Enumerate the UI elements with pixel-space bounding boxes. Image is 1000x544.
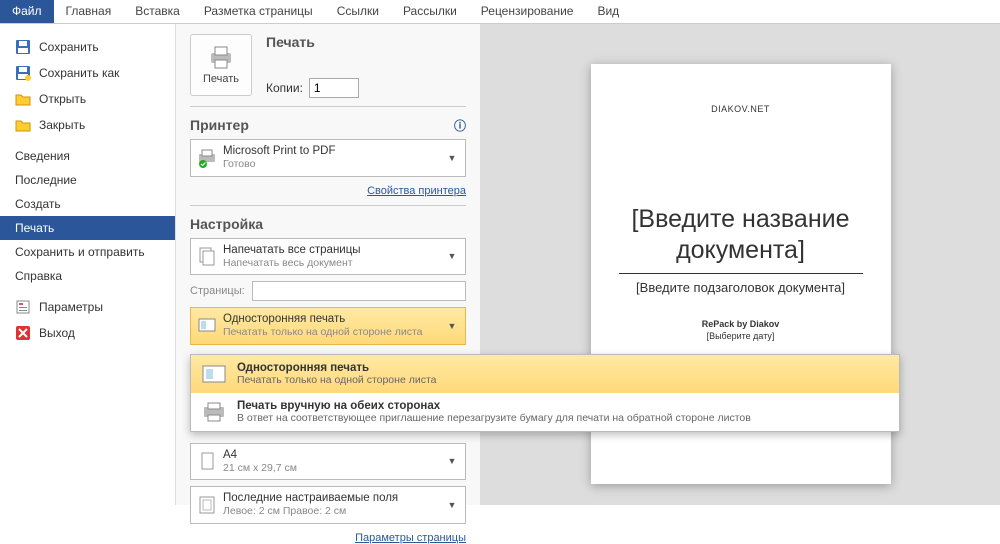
chevron-down-icon: ▼ bbox=[445, 153, 459, 163]
manual-duplex-icon bbox=[199, 399, 229, 425]
print-button[interactable]: Печать bbox=[190, 34, 252, 96]
printer-header: Принтерⓘ bbox=[190, 117, 466, 133]
options-icon bbox=[15, 299, 31, 315]
sidebar-label: Закрыть bbox=[39, 118, 85, 132]
sidebar-item-print[interactable]: Печать bbox=[0, 216, 175, 240]
pages-label: Страницы: bbox=[190, 285, 246, 297]
sidebar-item-new[interactable]: Создать bbox=[0, 192, 175, 216]
doc-header: DIAKOV.NET bbox=[619, 104, 863, 114]
printer-dropdown[interactable]: Microsoft Print to PDF Готово ▼ bbox=[190, 139, 466, 177]
sidebar-item-open[interactable]: Открыть bbox=[0, 86, 175, 112]
pages-input[interactable] bbox=[252, 281, 466, 301]
print-button-label: Печать bbox=[203, 73, 239, 85]
doc-divider bbox=[619, 273, 863, 274]
print-range-dropdown[interactable]: Напечатать все страницы Напечатать весь … bbox=[190, 238, 466, 276]
info-icon[interactable]: ⓘ bbox=[454, 117, 466, 134]
sidebar-item-save-send[interactable]: Сохранить и отправить bbox=[0, 240, 175, 264]
sidebar-label: Выход bbox=[39, 326, 75, 340]
doc-date: [Выберите дату] bbox=[619, 331, 863, 341]
ribbon: Файл Главная Вставка Разметка страницы С… bbox=[0, 0, 1000, 24]
ribbon-tab-home[interactable]: Главная bbox=[54, 0, 124, 23]
save-icon bbox=[15, 39, 31, 55]
ribbon-tab-file[interactable]: Файл bbox=[0, 0, 54, 23]
printer-icon bbox=[207, 45, 235, 69]
doc-title: [Введите название документа] bbox=[619, 204, 863, 267]
print-header: Печать bbox=[266, 34, 359, 50]
printer-name: Microsoft Print to PDF bbox=[223, 144, 445, 158]
sidebar-item-help[interactable]: Справка bbox=[0, 264, 175, 288]
save-as-icon bbox=[15, 65, 31, 81]
paper-size-dropdown[interactable]: A4 21 см x 29,7 см ▼ bbox=[190, 443, 466, 481]
sidebar-label: Сохранить bbox=[39, 40, 99, 54]
print-settings-panel: Печать Печать Копии: Принтерⓘ Microsoft … bbox=[176, 24, 481, 505]
sidebar-item-close[interactable]: Закрыть bbox=[0, 112, 175, 138]
flyout-item-manual-duplex[interactable]: Печать вручную на обеих сторонах В ответ… bbox=[191, 393, 899, 431]
ribbon-tab-review[interactable]: Рецензирование bbox=[469, 0, 586, 23]
chevron-down-icon: ▼ bbox=[445, 251, 459, 261]
pages-icon bbox=[197, 246, 217, 266]
exit-icon bbox=[15, 325, 31, 341]
open-icon bbox=[15, 91, 31, 107]
printer-ready-icon bbox=[197, 148, 217, 168]
single-side-icon bbox=[197, 316, 217, 336]
ribbon-tab-insert[interactable]: Вставка bbox=[123, 0, 192, 23]
printer-status: Готово bbox=[223, 158, 445, 171]
duplex-flyout: Односторонняя печать Печатать только на … bbox=[190, 354, 900, 432]
flyout-item-single-side[interactable]: Односторонняя печать Печатать только на … bbox=[191, 355, 899, 393]
ribbon-tab-references[interactable]: Ссылки bbox=[325, 0, 391, 23]
sidebar-item-recent[interactable]: Последние bbox=[0, 168, 175, 192]
doc-author: RePack by Diakov bbox=[619, 319, 863, 329]
sidebar-label: Сохранить как bbox=[39, 66, 119, 80]
sidebar-item-save[interactable]: Сохранить bbox=[0, 34, 175, 60]
page-size-icon bbox=[197, 451, 217, 471]
chevron-down-icon: ▼ bbox=[445, 321, 459, 331]
copies-label: Копии: bbox=[266, 81, 303, 95]
sidebar-label: Параметры bbox=[39, 300, 103, 314]
ribbon-tab-mailings[interactable]: Рассылки bbox=[391, 0, 469, 23]
ribbon-tab-view[interactable]: Вид bbox=[585, 0, 631, 23]
ribbon-tab-page-layout[interactable]: Разметка страницы bbox=[192, 0, 325, 23]
settings-header: Настройка bbox=[190, 216, 466, 232]
single-side-icon bbox=[199, 361, 229, 387]
duplex-dropdown[interactable]: Односторонняя печать Печатать только на … bbox=[190, 307, 466, 345]
chevron-down-icon: ▼ bbox=[445, 456, 459, 466]
copies-input[interactable] bbox=[309, 78, 359, 98]
sidebar-label: Открыть bbox=[39, 92, 86, 106]
print-preview-panel: DIAKOV.NET [Введите название документа] … bbox=[481, 24, 1000, 505]
sidebar-item-info[interactable]: Сведения bbox=[0, 144, 175, 168]
sidebar-item-save-as[interactable]: Сохранить как bbox=[0, 60, 175, 86]
backstage-sidebar: Сохранить Сохранить как Открыть Закрыть … bbox=[0, 24, 175, 505]
sidebar-item-options[interactable]: Параметры bbox=[0, 294, 175, 320]
printer-properties-link[interactable]: Свойства принтера bbox=[367, 185, 466, 197]
page-setup-link[interactable]: Параметры страницы bbox=[355, 532, 466, 544]
doc-subtitle: [Введите подзаголовок документа] bbox=[619, 280, 863, 295]
close-folder-icon bbox=[15, 117, 31, 133]
sidebar-item-exit[interactable]: Выход bbox=[0, 320, 175, 346]
